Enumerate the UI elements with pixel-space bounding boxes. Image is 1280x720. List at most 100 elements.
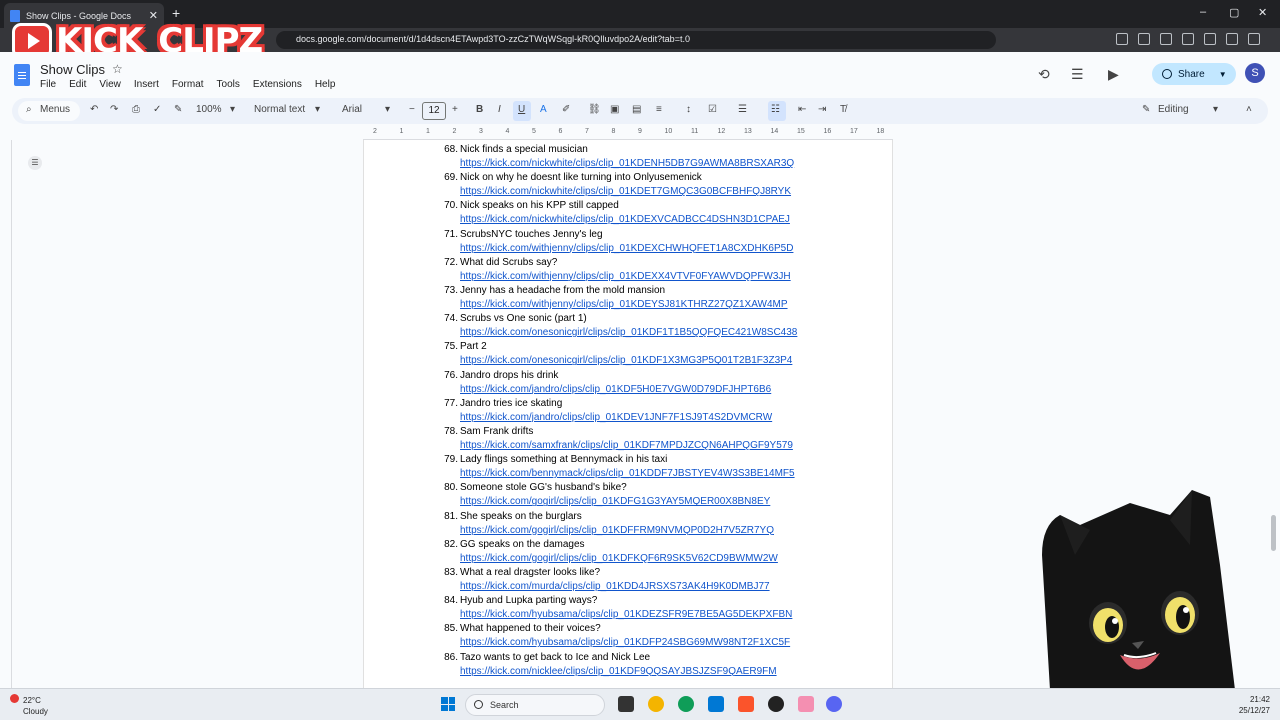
clip-title[interactable]: She speaks on the burglars [460,511,582,522]
menu-insert[interactable]: Insert [134,79,159,90]
clip-title[interactable]: Nick finds a special musician [460,144,588,155]
decrease-indent-icon[interactable]: ⇤ [798,104,806,115]
vertical-ruler[interactable] [0,140,12,688]
menu-file[interactable]: File [40,79,56,90]
clip-link[interactable]: https://kick.com/withjenny/clips/clip_01… [460,243,793,254]
extension-icon[interactable] [1182,33,1194,45]
clip-title[interactable]: GG speaks on the damages [460,539,585,550]
clip-title[interactable]: Scrubs vs One sonic (part 1) [460,313,587,324]
clip-link[interactable]: https://kick.com/nickwhite/clips/clip_01… [460,214,790,225]
obs-icon[interactable] [768,696,784,712]
undo-icon[interactable]: ↶ [90,104,98,115]
paint-format-icon[interactable]: ✎ [174,104,182,115]
clip-link[interactable]: https://kick.com/samxfrank/clips/clip_01… [460,440,793,451]
clip-link[interactable]: https://kick.com/gogirl/clips/clip_01KDF… [460,525,774,536]
clip-link[interactable]: https://kick.com/murda/clips/clip_01KDD4… [460,581,770,592]
add-comment-icon[interactable]: ▣ [610,104,619,115]
clip-title[interactable]: Lady flings something at Bennymack in hi… [460,454,667,465]
clip-title[interactable]: What happened to their voices? [460,623,601,634]
clip-link[interactable]: https://kick.com/onesonicgirl/clips/clip… [460,355,792,366]
clip-link[interactable]: https://kick.com/nickwhite/clips/clip_01… [460,186,791,197]
extension-icon[interactable] [1116,33,1128,45]
avatar[interactable]: S [1245,63,1265,83]
menu-tools[interactable]: Tools [217,79,240,90]
font-size-field[interactable]: 12 [422,102,446,120]
clip-link[interactable]: https://kick.com/bennymack/clips/clip_01… [460,468,795,479]
comments-icon[interactable]: ☰ [1071,66,1084,83]
align-icon[interactable]: ≡ [656,104,662,115]
collapse-menus-icon[interactable]: ˄ [1246,104,1252,115]
clip-title[interactable]: Nick speaks on his KPP still capped [460,200,619,211]
text-color-icon[interactable]: A [540,104,547,115]
clip-title[interactable]: Hyub and Lupka parting ways? [460,595,597,606]
horizontal-ruler[interactable]: 2 1 1 2 3 4 5 6 7 8 9 10 11 12 13 14 15 16 17 18 [363,128,893,140]
extension-icon[interactable] [1226,33,1238,45]
checklist-icon[interactable]: ☑ [708,104,717,115]
clip-title[interactable]: Nick on why he doesnt like turning into … [460,172,702,183]
clip-title[interactable]: Jenny has a headache from the mold mansi… [460,285,665,296]
print-icon[interactable]: ⎙ [132,104,140,115]
brave-icon[interactable] [738,696,754,712]
menu-view[interactable]: View [99,79,121,90]
clip-title[interactable]: Someone stole GG's husband's bike? [460,482,627,493]
increase-font-size-icon[interactable]: + [452,104,458,115]
font-select[interactable]: Arial [342,104,362,115]
decrease-font-size-icon[interactable]: − [409,104,415,115]
app-icon[interactable] [798,696,814,712]
clip-link[interactable]: https://kick.com/withjenny/clips/clip_01… [460,271,791,282]
chevron-down-icon[interactable]: ▾ [385,104,390,115]
clip-link[interactable]: https://kick.com/hyubsama/clips/clip_01K… [460,637,790,648]
clip-title[interactable]: What did Scrubs say? [460,257,557,268]
meet-icon[interactable]: ▶ [1108,66,1119,83]
clip-link[interactable]: https://kick.com/jandro/clips/clip_01KDE… [460,412,772,423]
numbered-list-icon[interactable]: ☷ [771,104,780,115]
menu-help[interactable]: Help [315,79,336,90]
history-icon[interactable]: ⟲ [1038,66,1050,83]
scrollbar[interactable] [1271,515,1276,551]
menu-edit[interactable]: Edit [69,79,86,90]
clip-title[interactable]: Jandro drops his drink [460,370,558,381]
clear-formatting-icon[interactable]: T̸ [840,104,846,115]
clip-link[interactable]: https://kick.com/hyubsama/clips/clip_01K… [460,609,792,620]
style-select[interactable]: Normal text [254,104,305,115]
clip-title[interactable]: Part 2 [460,341,487,352]
extension-icon[interactable] [1248,33,1260,45]
extension-icon[interactable] [1138,33,1150,45]
mode-select[interactable]: Editing [1158,104,1189,115]
star-icon[interactable]: ☆ [112,62,123,76]
url-field[interactable]: docs.google.com/document/d/1d4dscn4ETAwp… [276,31,996,49]
line-spacing-icon[interactable]: ↕ [686,104,691,115]
start-icon[interactable] [441,697,455,711]
chevron-down-icon[interactable]: ▾ [315,104,320,115]
new-tab-button[interactable]: + [172,5,180,21]
clip-link[interactable]: https://kick.com/withjenny/clips/clip_01… [460,299,788,310]
copilot-icon[interactable] [648,696,664,712]
task-view-icon[interactable] [618,696,634,712]
edge-icon[interactable] [678,696,694,712]
chevron-down-icon[interactable]: ▾ [230,104,235,115]
redo-icon[interactable]: ↷ [110,104,118,115]
weather-widget[interactable]: 22°C Cloudy [10,694,48,717]
bulleted-list-icon[interactable]: ☰ [738,104,747,115]
share-button[interactable]: Share ▼ [1152,63,1236,85]
chevron-down-icon[interactable]: ▼ [1219,70,1227,79]
clip-title[interactable]: What a real dragster looks like? [460,567,600,578]
clip-link[interactable]: https://kick.com/onesonicgirl/clips/clip… [460,327,797,338]
maximize-button[interactable]: ▢ [1229,6,1239,19]
clip-link[interactable]: https://kick.com/nickwhite/clips/clip_01… [460,158,794,169]
bold-icon[interactable]: B [476,104,483,115]
system-clock[interactable]: 21:42 25/12/27 [1239,694,1270,716]
extension-icon[interactable] [1160,33,1172,45]
store-icon[interactable] [708,696,724,712]
clip-title[interactable]: Tazo wants to get back to Ice and Nick L… [460,652,650,663]
insert-image-icon[interactable]: ▤ [632,104,641,115]
extension-icon[interactable] [1204,33,1216,45]
menu-extensions[interactable]: Extensions [253,79,302,90]
document-page[interactable]: 68. Nick finds a special musician https://… [363,140,893,688]
link-icon[interactable]: ⛓ [588,104,601,115]
docs-logo-icon[interactable] [14,64,30,86]
menus-search[interactable]: ⌕ Menus [18,101,80,121]
underline-icon[interactable]: U [518,104,525,115]
document-title[interactable]: Show Clips [40,62,105,77]
clip-link[interactable]: https://kick.com/jandro/clips/clip_01KDF… [460,384,771,395]
